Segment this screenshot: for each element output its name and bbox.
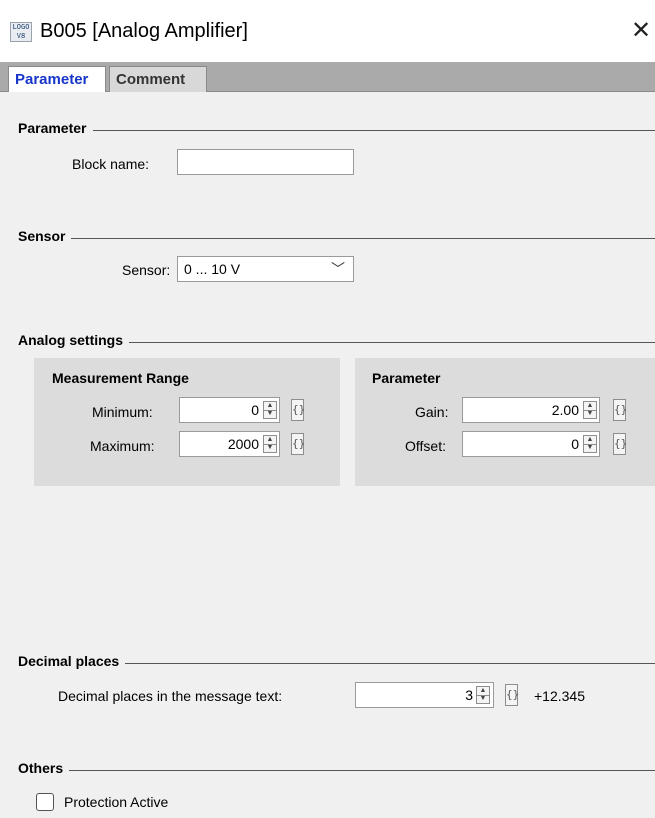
block-name-label: Block name: [72, 156, 150, 172]
tab-comment[interactable]: Comment [109, 66, 207, 92]
offset-value[interactable]: 0 [462, 431, 600, 457]
protection-active-label[interactable]: Protection Active [64, 794, 168, 810]
group-title: Parameter [372, 370, 441, 386]
gain-label: Gain: [415, 404, 449, 420]
section-divider [18, 770, 655, 771]
spin-buttons[interactable]: ▲ ▼ [583, 401, 597, 419]
section-decimal-places: Decimal places [18, 653, 655, 673]
gain-value[interactable]: 2.00 [462, 397, 600, 423]
spin-buttons[interactable]: ▲ ▼ [263, 401, 277, 419]
parameter-reference-button[interactable]: {} [291, 433, 305, 455]
sensor-selected-value: 0 ... 10 V [184, 261, 241, 277]
sensor-label: Sensor: [122, 262, 171, 278]
maximum-label: Maximum: [90, 438, 155, 454]
parameter-reference-button[interactable]: {} [505, 684, 519, 706]
decimal-places-value[interactable]: 3 [355, 682, 494, 708]
tab-strip: Parameter Comment [0, 62, 655, 93]
spin-buttons[interactable]: ▲ ▼ [263, 435, 277, 453]
section-parameter: Parameter [18, 120, 655, 140]
window-title: B005 [Analog Amplifier] [40, 20, 248, 42]
section-divider [18, 238, 655, 239]
group-title: Measurement Range [52, 370, 189, 386]
section-title: Decimal places [18, 653, 126, 669]
offset-label: Offset: [405, 438, 446, 454]
parameter-panel: Parameter Block name: Sensor Sensor: 0 .… [0, 92, 655, 818]
amplifier-parameter-group: Parameter Gain: 2.00 ▲ ▼ {} Offset: 0 ▲ … [355, 358, 655, 486]
section-title: Sensor [18, 228, 72, 244]
spin-buttons[interactable]: ▲ ▼ [583, 435, 597, 453]
protection-active-checkbox[interactable] [36, 793, 54, 811]
spin-down-icon[interactable]: ▼ [264, 444, 276, 452]
block-name-input[interactable] [177, 149, 354, 175]
spin-down-icon[interactable]: ▼ [584, 410, 596, 418]
measurement-range-group: Measurement Range Minimum: 0 ▲ ▼ {} Maxi… [34, 358, 340, 486]
minimum-label: Minimum: [92, 404, 153, 420]
section-analog-settings: Analog settings [18, 332, 655, 352]
decimal-preview-text: +12.345 [534, 688, 585, 704]
chevron-down-icon: ﹀ [331, 261, 345, 277]
spin-buttons[interactable]: ▲ ▼ [476, 686, 490, 704]
parameter-reference-button[interactable]: {} [613, 399, 627, 421]
section-sensor: Sensor [18, 228, 655, 248]
section-divider [18, 130, 655, 131]
spin-down-icon[interactable]: ▼ [584, 444, 596, 452]
close-icon: ✕ [630, 17, 652, 44]
section-title: Analog settings [18, 332, 130, 348]
sensor-select[interactable]: 0 ... 10 V ﹀ [177, 256, 354, 282]
parameter-reference-button[interactable]: {} [291, 399, 305, 421]
section-title: Parameter [18, 120, 93, 136]
title-bar: LOGO V8 B005 [Analog Amplifier] ✕ [0, 0, 655, 62]
section-others: Others [18, 760, 655, 780]
spin-down-icon[interactable]: ▼ [477, 695, 489, 703]
section-title: Others [18, 760, 70, 776]
parameter-reference-button[interactable]: {} [613, 433, 627, 455]
logo-app-icon: LOGO V8 [10, 22, 32, 42]
decimal-places-label: Decimal places in the message text: [58, 688, 283, 704]
close-button[interactable]: ✕ [628, 16, 654, 46]
spin-down-icon[interactable]: ▼ [264, 410, 276, 418]
tab-parameter[interactable]: Parameter [8, 66, 106, 93]
